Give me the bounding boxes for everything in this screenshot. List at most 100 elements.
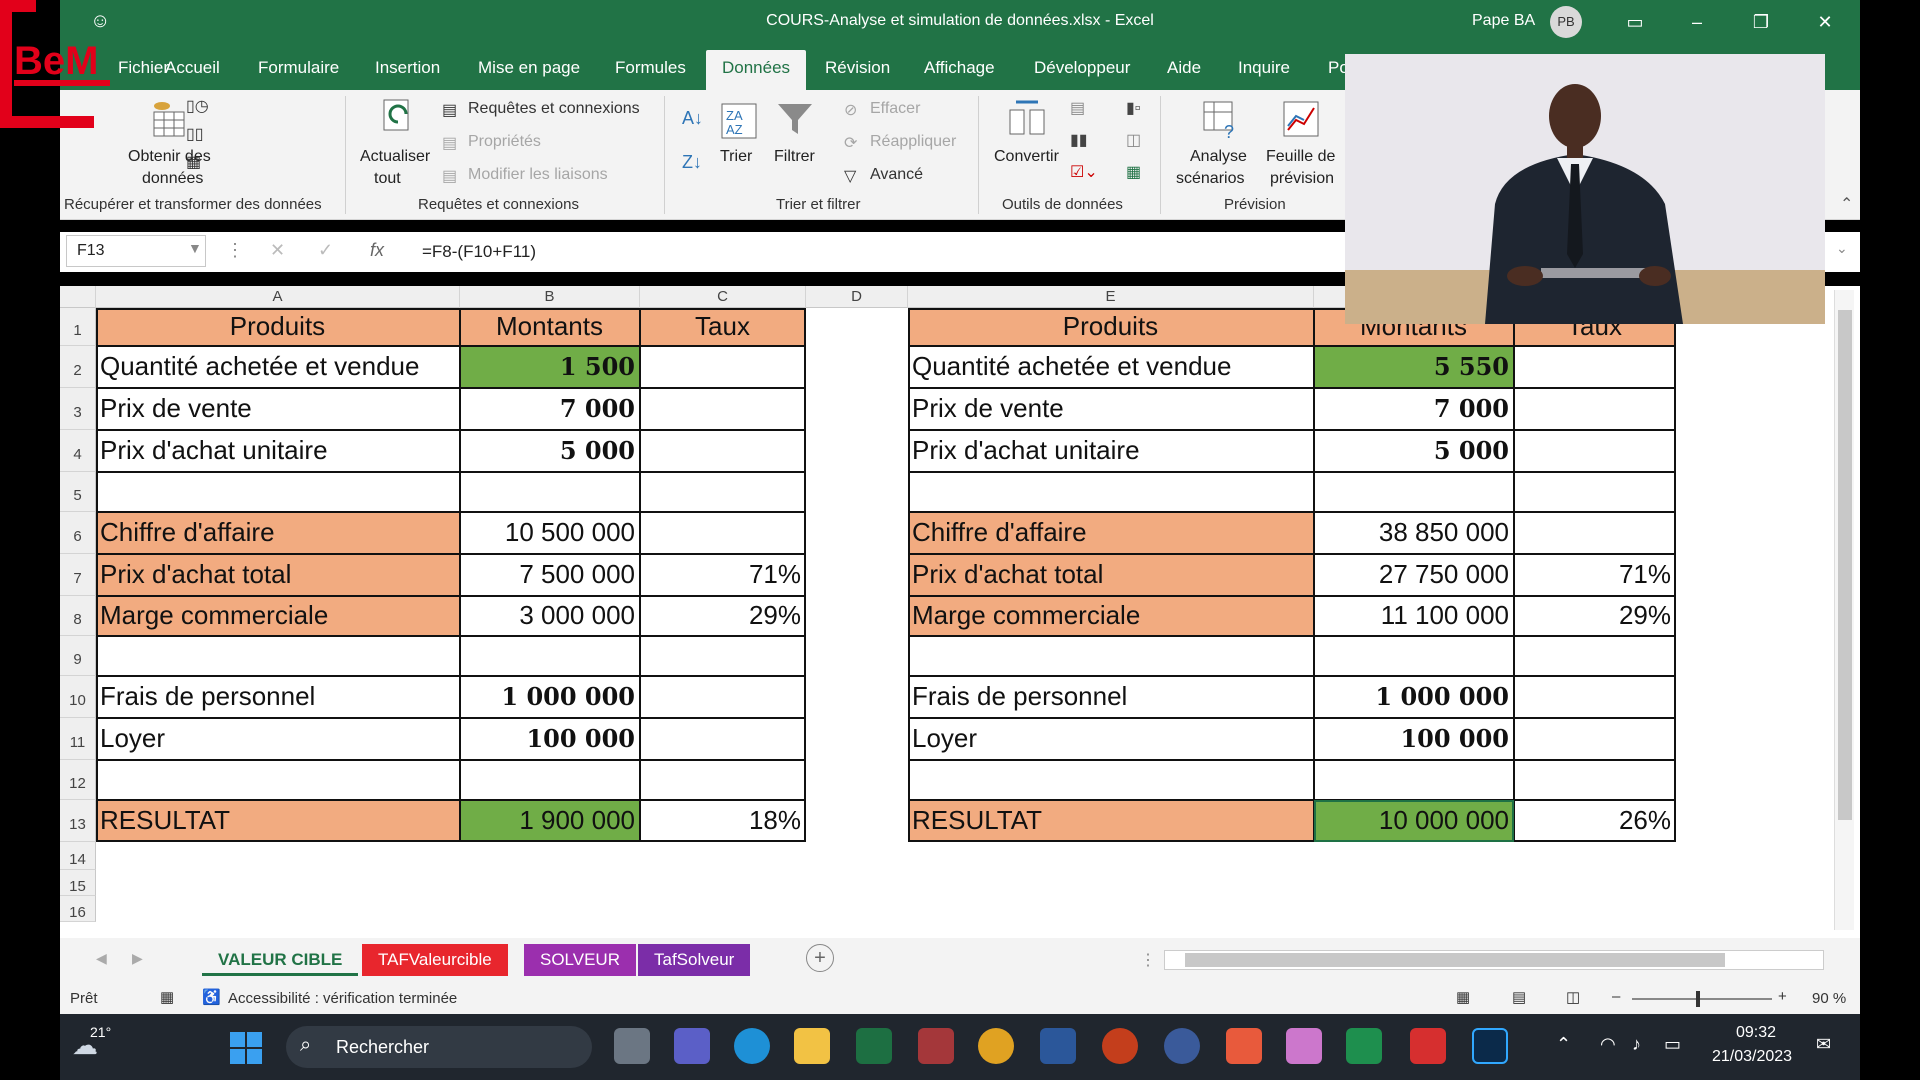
clock-time[interactable]: 09:32: [1736, 1024, 1776, 1042]
what-if-label-2[interactable]: scénarios: [1176, 170, 1244, 188]
value-cell[interactable]: 1 000 000: [1314, 676, 1514, 718]
label-cell[interactable]: Marge commerciale: [908, 596, 1314, 636]
label-cell[interactable]: [908, 636, 1314, 676]
powerpoint-icon[interactable]: [1102, 1028, 1138, 1064]
chrome-icon[interactable]: [978, 1028, 1014, 1064]
value-cell[interactable]: [460, 636, 640, 676]
column-header[interactable]: A: [96, 286, 460, 308]
sheet-tab-tafvaleurcible[interactable]: TAFValeurcible: [362, 944, 508, 976]
row-header[interactable]: 12: [60, 760, 96, 800]
column-header[interactable]: E: [908, 286, 1314, 308]
row-header[interactable]: 14: [60, 842, 96, 870]
tab-inquire[interactable]: Inquire: [1238, 58, 1290, 78]
label-cell[interactable]: Chiffre d'affaire: [908, 512, 1314, 554]
row-header[interactable]: 10: [60, 676, 96, 718]
what-if-label-1[interactable]: Analyse: [1190, 148, 1247, 166]
label-cell[interactable]: Quantité achetée et vendue: [908, 346, 1314, 388]
from-text-icon[interactable]: ▯◷: [186, 96, 209, 116]
get-data-icon[interactable]: [148, 98, 190, 140]
xampp-icon[interactable]: [1226, 1028, 1262, 1064]
label-cell[interactable]: Loyer: [908, 718, 1314, 760]
cancel-icon[interactable]: ✕: [270, 240, 285, 261]
zoom-slider[interactable]: [1632, 991, 1772, 1007]
taskbar-search[interactable]: ⌕ Rechercher: [286, 1026, 592, 1068]
chevron-up-icon[interactable]: ⌃: [1556, 1034, 1571, 1055]
file-explorer-icon[interactable]: [794, 1028, 830, 1064]
close-icon[interactable]: ✕: [1810, 8, 1840, 36]
consolidate-icon[interactable]: ▮▫: [1126, 98, 1140, 118]
column-header[interactable]: C: [640, 286, 806, 308]
value-cell[interactable]: [640, 472, 806, 512]
row-header[interactable]: 11: [60, 718, 96, 760]
vertical-scrollbar[interactable]: [1834, 290, 1854, 930]
value-cell[interactable]: 29%: [1514, 596, 1676, 636]
value-cell[interactable]: 5 550: [1314, 346, 1514, 388]
wifi-icon[interactable]: ◠: [1600, 1034, 1616, 1055]
value-cell[interactable]: [1514, 636, 1676, 676]
app-icon[interactable]: [1164, 1028, 1200, 1064]
tab-insertion[interactable]: Insertion: [375, 58, 440, 78]
task-view-icon[interactable]: [614, 1028, 650, 1064]
expand-formula-icon[interactable]: ⌄: [1836, 240, 1848, 257]
accessibility-status[interactable]: Accessibilité : vérification terminée: [228, 990, 457, 1007]
tab-donnees[interactable]: Données: [706, 50, 807, 90]
sheet-tab-valeur-cible[interactable]: VALEUR CIBLE: [202, 944, 359, 976]
value-cell[interactable]: [640, 346, 806, 388]
value-cell[interactable]: [1514, 512, 1676, 554]
value-cell[interactable]: 100 000: [460, 718, 640, 760]
photoshop-icon[interactable]: [1472, 1028, 1508, 1064]
selected-cell[interactable]: [1314, 800, 1514, 842]
value-cell[interactable]: 5 000: [1314, 430, 1514, 472]
table-header-cell[interactable]: Produits: [908, 308, 1314, 346]
value-cell[interactable]: 10 500 000: [460, 512, 640, 554]
spreadsheet-grid[interactable]: ABCDEFG12345678910111213141516ProduitsMo…: [60, 286, 1860, 938]
sheet-tab-tafsolveur[interactable]: TafSolveur: [638, 944, 751, 976]
sort-za-icon[interactable]: Z↓: [682, 152, 702, 173]
sort-icon[interactable]: ZAAZ: [718, 100, 760, 142]
insert-function-icon[interactable]: fx: [370, 240, 384, 261]
label-cell[interactable]: Loyer: [96, 718, 460, 760]
table-header-cell[interactable]: Taux: [640, 308, 806, 346]
zoom-out-icon[interactable]: –: [1612, 988, 1620, 1005]
value-cell[interactable]: [1514, 430, 1676, 472]
value-cell[interactable]: 7 500 000: [460, 554, 640, 596]
sort-az-icon[interactable]: A↓: [682, 108, 703, 129]
anydesk-icon[interactable]: [1410, 1028, 1446, 1064]
excel-icon[interactable]: [856, 1028, 892, 1064]
tab-fichier[interactable]: Fichier: [118, 58, 169, 78]
label-cell[interactable]: Prix d'achat unitaire: [908, 430, 1314, 472]
row-header[interactable]: 13: [60, 800, 96, 842]
row-header[interactable]: 6: [60, 512, 96, 554]
column-header[interactable]: D: [806, 286, 908, 308]
zoom-slider-thumb[interactable]: [1696, 991, 1700, 1007]
minimize-icon[interactable]: –: [1682, 8, 1712, 36]
filter-icon[interactable]: [774, 98, 816, 140]
convert-button[interactable]: Convertir: [994, 148, 1059, 166]
label-cell[interactable]: [908, 760, 1314, 800]
page-layout-icon[interactable]: ▤: [1512, 988, 1526, 1006]
flash-fill-icon[interactable]: ▤: [1070, 98, 1085, 118]
label-cell[interactable]: [96, 472, 460, 512]
data-model-icon[interactable]: ▦: [1126, 162, 1141, 182]
zoom-level[interactable]: 90 %: [1812, 990, 1846, 1007]
tab-formules[interactable]: Formules: [615, 58, 686, 78]
value-cell[interactable]: [640, 718, 806, 760]
row-header[interactable]: 8: [60, 596, 96, 636]
tab-mise-en-page[interactable]: Mise en page: [478, 58, 580, 78]
what-if-analysis-icon[interactable]: ?: [1200, 98, 1242, 140]
scrollbar-thumb[interactable]: [1838, 310, 1852, 820]
remove-duplicates-icon[interactable]: ▮▮: [1070, 130, 1088, 150]
value-cell[interactable]: [1514, 346, 1676, 388]
value-cell[interactable]: 26%: [1514, 800, 1676, 842]
row-header[interactable]: 3: [60, 388, 96, 430]
label-cell[interactable]: Frais de personnel: [96, 676, 460, 718]
row-header[interactable]: 2: [60, 346, 96, 388]
properties-button[interactable]: Propriétés: [468, 133, 541, 151]
name-box[interactable]: F13: [66, 235, 206, 267]
tab-formulaire[interactable]: Formulaire: [258, 58, 339, 78]
value-cell[interactable]: 3 000 000: [460, 596, 640, 636]
value-cell[interactable]: [640, 676, 806, 718]
value-cell[interactable]: 27 750 000: [1314, 554, 1514, 596]
value-cell[interactable]: [1514, 676, 1676, 718]
tab-developpeur[interactable]: Développeur: [1034, 58, 1130, 78]
